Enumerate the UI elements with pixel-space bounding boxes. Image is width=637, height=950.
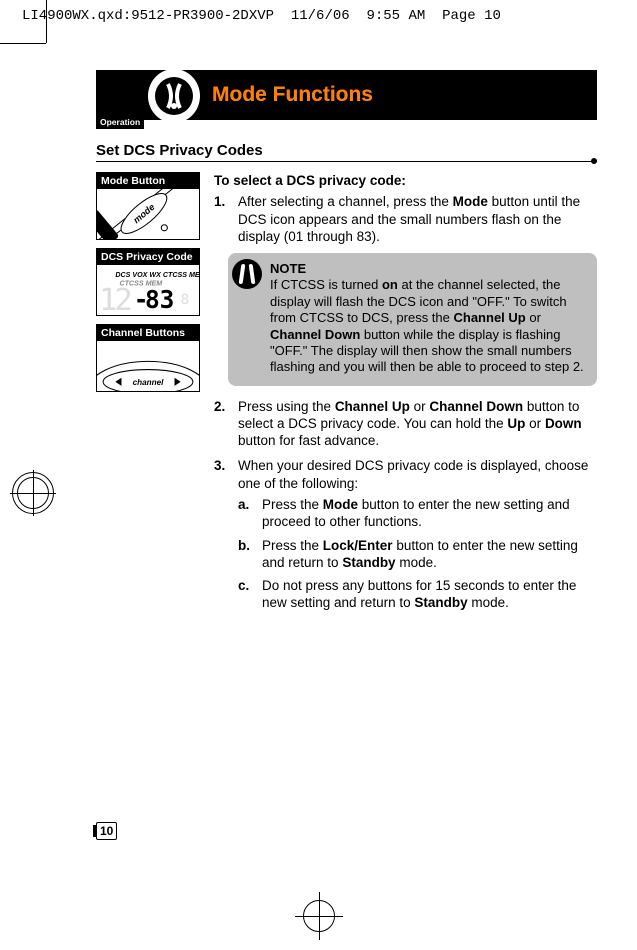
note-title: NOTE bbox=[270, 261, 587, 277]
step-number: 2. bbox=[214, 398, 232, 450]
callout-channel-buttons: Channel Buttons channel bbox=[96, 324, 200, 392]
step-number: 1. bbox=[214, 193, 232, 245]
step-text: After selecting a channel, press the Mod… bbox=[238, 193, 597, 245]
operation-tag: Operation bbox=[96, 115, 144, 129]
step-number: 3. bbox=[214, 457, 232, 617]
substep-letter: b. bbox=[238, 537, 256, 572]
operation-icon bbox=[148, 69, 200, 123]
callout-illustration: DCS VOX WX CTCSS MEM CTCSS MEM 12 - 83 8 bbox=[97, 265, 199, 315]
callout-dcs-display: DCS Privacy Code DCS VOX WX CTCSS MEM CT… bbox=[96, 248, 200, 316]
registration-mark-bottom bbox=[295, 892, 343, 940]
chapter-title: Mode Functions bbox=[212, 83, 373, 107]
svg-text:8: 8 bbox=[181, 292, 190, 308]
substep-c: c. Do not press any buttons for 15 secon… bbox=[238, 577, 597, 612]
callout-label: Channel Buttons bbox=[97, 325, 199, 341]
substep-letter: c. bbox=[238, 577, 256, 612]
substep-b: b. Press the Lock/Enter button to enter … bbox=[238, 537, 597, 572]
callout-illustration: channel bbox=[97, 341, 199, 391]
step-3: 3. When your desired DCS privacy code is… bbox=[214, 457, 597, 617]
step-1: 1. After selecting a channel, press the … bbox=[214, 193, 597, 245]
page-number: 10 bbox=[96, 822, 117, 840]
lead-line: To select a DCS privacy code: bbox=[214, 172, 597, 189]
note-icon bbox=[232, 259, 262, 289]
svg-text:channel: channel bbox=[133, 378, 165, 387]
callout-mode-button: Mode Button mode bbox=[96, 172, 200, 240]
callout-label: Mode Button bbox=[97, 173, 199, 189]
step-text: Press using the Channel Up or Channel Do… bbox=[238, 398, 597, 450]
step-text: When your desired DCS privacy code is di… bbox=[238, 457, 597, 617]
section-title: Set DCS Privacy Codes bbox=[96, 142, 597, 162]
svg-text:DCS VOX WX CTCSS MEM: DCS VOX WX CTCSS MEM bbox=[115, 271, 199, 279]
registration-mark-left bbox=[10, 470, 56, 516]
substep-a: a. Press the Mode button to enter the ne… bbox=[238, 496, 597, 531]
note-text: If CTCSS is turned on at the channel sel… bbox=[270, 277, 584, 374]
note-box: NOTE If CTCSS is turned on at the channe… bbox=[228, 253, 597, 386]
page-content: Operation Mode Functions Set DCS Privacy… bbox=[96, 70, 597, 840]
body-text: To select a DCS privacy code: 1. After s… bbox=[214, 172, 597, 626]
svg-text:83: 83 bbox=[145, 285, 174, 314]
step-2: 2. Press using the Channel Up or Channel… bbox=[214, 398, 597, 450]
print-job-header: LI4900WX.qxd:9512-PR3900-2DXVP 11/6/06 9… bbox=[22, 8, 637, 24]
substep-letter: a. bbox=[238, 496, 256, 531]
svg-text:12: 12 bbox=[99, 283, 130, 315]
chapter-header: Operation Mode Functions bbox=[96, 70, 597, 120]
callout-illustration: mode bbox=[97, 189, 199, 239]
sidebar-callouts: Mode Button mode DCS Privacy Code bbox=[96, 172, 200, 626]
callout-label: DCS Privacy Code bbox=[97, 249, 199, 265]
